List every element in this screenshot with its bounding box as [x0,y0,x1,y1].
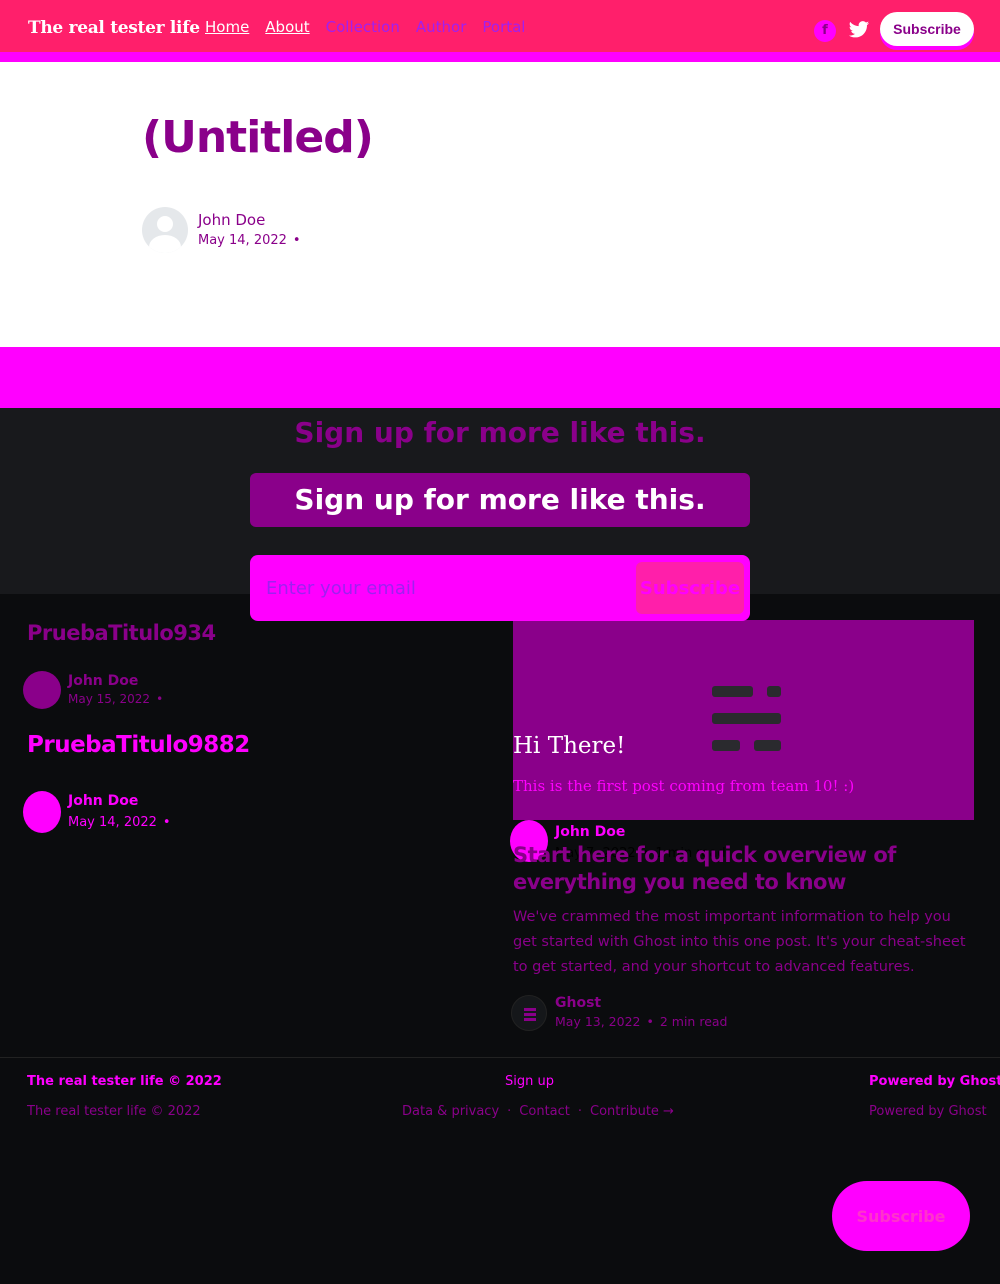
feature-excerpt: This is the first post coming from team … [513,777,855,795]
header-subscribe-button[interactable]: Subscribe [880,12,974,46]
logo-bar-shape [524,1018,536,1021]
meta-dot: • [292,233,301,248]
post-card-date: May 15, 2022 • [68,692,163,706]
ghost-logo-icon [712,686,782,751]
logo-bar-shape [712,740,740,751]
logo-bar-shape [524,1013,536,1016]
post-card-date: May 14, 2022 • [68,815,171,830]
footer-link-contribute[interactable]: Contribute → [590,1104,674,1119]
site-footer [0,1057,1000,1284]
post-card-date: May 13, 2022 [555,1014,641,1029]
cta-banner-title: Sign up for more like this. [294,483,706,516]
feature-image[interactable]: Hi There! This is the first post coming … [513,620,974,820]
post-card-title[interactable]: PruebaTitulo934 [27,621,216,645]
footer-link-privacy[interactable]: Data & privacy [402,1104,499,1119]
footer-separator: · [577,1104,583,1119]
nav-home[interactable]: Home [205,18,249,36]
post-card-read-time: 2 min read [659,1014,728,1029]
author-name[interactable]: John Doe [198,211,265,229]
nav-author[interactable]: Author [416,18,467,36]
floating-subscribe-button[interactable]: Subscribe [832,1181,970,1251]
post-card-date-text: May 15, 2022 [68,692,151,706]
facebook-icon[interactable]: f [814,20,836,42]
header-stripe [0,52,1000,62]
signup-form: Subscribe [250,555,750,621]
logo-bar-shape [754,740,781,751]
main-nav: Home About Collection Author Portal [205,18,525,36]
ghost-avatar[interactable] [511,995,547,1031]
post-card-excerpt: We've crammed the most important informa… [513,909,966,975]
nav-portal[interactable]: Portal [482,18,525,36]
post-title: (Untitled) [142,112,374,163]
twitter-icon[interactable] [848,20,870,40]
footer-copyright-secondary[interactable]: The real tester life © 2022 [27,1104,201,1119]
footer-powered-by[interactable]: Powered by Ghost [869,1074,1000,1089]
cta-banner: Sign up for more like this. [250,473,750,527]
meta-dot: • [156,692,164,706]
email-input[interactable] [258,563,628,613]
footer-separator: · [507,1104,512,1119]
post-card-author[interactable]: John Doe [68,673,138,689]
article-header: (Untitled) John Doe May 14, 2022 • [0,62,1000,347]
footer-links: Data & privacy · Contact · Contribute → [402,1104,674,1119]
avatar-head-shape [157,216,173,232]
post-card-title[interactable]: Start here for a quick overview of every… [513,842,913,896]
cta-title: Sign up for more like this. [294,416,706,449]
feature-author[interactable]: John Doe [555,824,625,840]
post-card-date-text: May 14, 2022 [68,815,157,830]
nav-collection[interactable]: Collection [326,18,400,36]
post-card-author[interactable]: John Doe [68,793,138,809]
footer-copyright[interactable]: The real tester life © 2022 [27,1074,222,1089]
author-avatar[interactable] [23,791,61,833]
meta-dot: • [646,1014,654,1029]
post-date: May 14, 2022 • [198,233,301,248]
signup-submit-button[interactable]: Subscribe [636,562,744,614]
logo-bar-shape [524,1008,536,1011]
author-avatar[interactable] [142,207,188,253]
post-card-author[interactable]: Ghost [555,995,601,1011]
footer-powered-by-secondary[interactable]: Powered by Ghost [869,1104,987,1119]
nav-about[interactable]: About [265,18,309,36]
logo-bar-shape [712,713,781,724]
author-avatar[interactable] [23,671,61,709]
post-date-text: May 14, 2022 [198,233,287,248]
footer-link-contact[interactable]: Contact [519,1104,570,1119]
accent-band [0,347,1000,408]
footer-signup-link[interactable]: Sign up [505,1074,554,1089]
meta-dot: • [162,815,171,830]
post-card-meta: May 13, 2022 • 2 min read [555,1014,727,1029]
site-header: The real tester life Home About Collecti… [0,0,1000,52]
logo-bar-shape [767,686,781,697]
feature-title[interactable]: Hi There! [513,733,625,759]
site-logo[interactable]: The real tester life [28,18,200,38]
avatar-body-shape [149,235,181,253]
logo-bar-shape [712,686,753,697]
post-card-title[interactable]: PruebaTitulo9882 [27,732,250,758]
